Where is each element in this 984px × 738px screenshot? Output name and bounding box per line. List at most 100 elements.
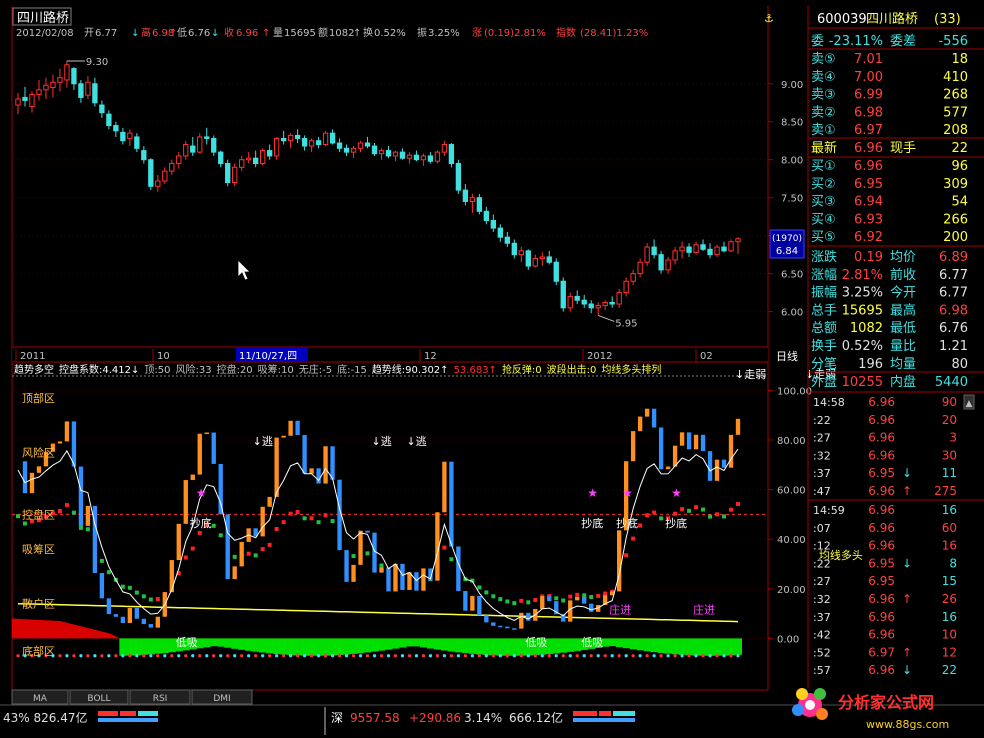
oscillator-bar (57, 441, 63, 444)
zone-label: 风险区 (22, 445, 55, 459)
level-volume: 54 (951, 195, 968, 210)
oscillator-bar (211, 432, 216, 464)
baseline-dot (547, 654, 551, 658)
volume-base-bar (273, 638, 281, 655)
baseline-dot (596, 654, 600, 658)
candle-body (259, 150, 266, 165)
oscillator-bar (260, 506, 265, 537)
oscillator-bar (155, 616, 160, 628)
trend-dot (302, 516, 307, 521)
indicator-annotation: ↓逃 (253, 435, 273, 448)
candle-body (448, 144, 455, 165)
trend-dot (715, 512, 720, 517)
volume-base-bar (343, 638, 351, 655)
level-price: 6.97 (854, 123, 883, 138)
anchor-icon[interactable]: ⚓ (764, 12, 774, 25)
oscillator-bar (365, 530, 370, 533)
oscillator-bar (29, 472, 35, 494)
date-label-02: 02 (700, 351, 713, 362)
candle-body (686, 246, 692, 253)
stock-market-count: (33) (934, 12, 961, 27)
candle-body (483, 210, 490, 221)
stat-value: 6.77 (939, 268, 968, 283)
candle-body (413, 154, 420, 161)
baseline-dot (351, 654, 356, 658)
logo-center (805, 700, 815, 710)
stock-title: 四川路桥 (17, 10, 69, 26)
baseline-dot (687, 654, 691, 658)
oscillator-bar (169, 560, 174, 593)
price-axis-label: 9.00 (781, 80, 803, 91)
down-arrow-icon: ↓ (902, 663, 912, 677)
price-axis-label: 6.50 (781, 270, 803, 281)
volume-base-bar (489, 638, 498, 656)
oscillator-bar (630, 431, 636, 462)
volume-base-bar (245, 638, 253, 651)
oscillator-bar (197, 433, 202, 475)
baseline-dot (191, 654, 195, 658)
oscillator-bar (463, 590, 468, 611)
tick-time: 14:59 (813, 504, 845, 517)
zone-label: 顶部区 (22, 391, 55, 405)
trading-terminal-screen: 四川路桥 2012/02/08 开 6.77 ↓ 高 6.98 ↑ 低 6.76… (0, 0, 984, 738)
candle-body (651, 246, 657, 256)
candle-body (693, 244, 699, 253)
baseline-dot (93, 654, 97, 658)
volume-base-bar (643, 638, 652, 652)
candle-body (462, 189, 469, 202)
candle-body (92, 83, 98, 104)
candle-body (78, 83, 84, 98)
legend-item: 抢反弹:0 (502, 363, 542, 376)
volume-base-bar (636, 638, 645, 651)
volume-base-bar (126, 638, 134, 656)
trend-dot (260, 547, 265, 552)
volume-base-bar (259, 638, 267, 653)
header-date: 2012/02/08 (16, 28, 74, 39)
tick-price: 6.96 (868, 539, 895, 553)
trend-dot (596, 593, 601, 598)
tick-volume: 3 (949, 431, 957, 445)
baseline-dot (65, 654, 69, 658)
volume-base-bar (734, 638, 742, 655)
baseline-dot (617, 654, 621, 658)
oscillator-bar (637, 416, 643, 432)
stat-value: 15695 (842, 303, 883, 318)
baseline-dot (659, 654, 663, 658)
period-label[interactable]: 日线 (776, 349, 798, 363)
baseline-dot (58, 654, 62, 658)
baseline-dot (156, 654, 160, 658)
stat-value: 6.76 (939, 321, 968, 336)
baseline-dot (275, 654, 279, 658)
legend-item: 波段出击:0 (547, 363, 597, 376)
oscillator-bar (134, 607, 140, 619)
level-price: 6.93 (854, 212, 883, 227)
trend-dot (365, 551, 370, 556)
tick-volume: 26 (942, 592, 957, 606)
volume-base-bar (713, 638, 722, 656)
volume-base-bar (461, 638, 470, 654)
down-arrow-icon: ↓ (902, 556, 912, 570)
trend-dot (673, 511, 678, 516)
level-volume: 200 (943, 230, 968, 245)
baseline-dot (212, 654, 216, 658)
tick-price: 6.96 (868, 663, 895, 677)
oscillator-bar (141, 618, 146, 625)
volume-base-bar (454, 638, 463, 653)
trend-dot (624, 553, 629, 558)
date-label-10: 10 (157, 351, 170, 362)
baseline-dot (107, 654, 111, 658)
trend-dot (498, 597, 503, 602)
baseline-dot (512, 654, 516, 658)
volume-base-bar (405, 638, 414, 647)
indicator-annotation: 低吸 (581, 636, 603, 649)
volume-base-bar (329, 638, 337, 656)
tick-price: 6.97 (868, 645, 895, 659)
volume-base-bar (294, 638, 302, 656)
baseline-dot (86, 654, 90, 658)
indicator-annotation: 低吸 (525, 636, 547, 649)
baseline-dot (79, 654, 83, 658)
candle-body (546, 256, 552, 263)
baseline-dot (722, 654, 726, 658)
volume-base-bar (336, 638, 344, 655)
trend-dot (603, 591, 608, 596)
